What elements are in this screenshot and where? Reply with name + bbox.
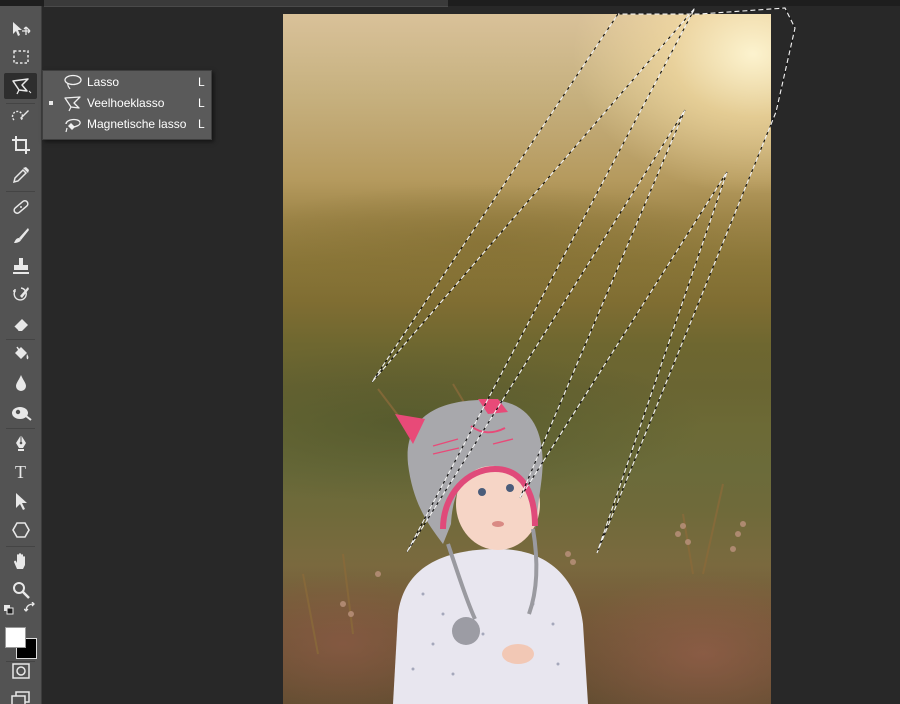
flyout-item-label: Magnetische lasso xyxy=(87,117,187,131)
flyout-item-lasso[interactable]: Lasso L xyxy=(43,72,211,93)
flyout-item-shortcut: L xyxy=(198,117,205,131)
lasso-icon xyxy=(63,74,83,91)
selected-indicator xyxy=(49,101,53,105)
polygonal-lasso-icon xyxy=(63,95,83,112)
photoshop-window: T Lasso L Veelhoeklasso L Magnetische la… xyxy=(0,0,900,704)
flyout-item-label: Lasso xyxy=(87,75,120,89)
flyout-item-shortcut: L xyxy=(198,75,205,89)
flyout-item-shortcut: L xyxy=(198,96,205,110)
flyout-item-polygonal-lasso[interactable]: Veelhoeklasso L xyxy=(43,93,211,114)
lasso-tool-flyout-menu: Lasso L Veelhoeklasso L Magnetische lass… xyxy=(42,70,212,140)
flyout-item-magnetic-lasso[interactable]: Magnetische lasso L xyxy=(43,114,211,135)
foreground-color-swatch[interactable] xyxy=(5,627,26,648)
flyout-item-label: Veelhoeklasso xyxy=(87,96,165,110)
magnetic-lasso-icon xyxy=(63,116,83,133)
